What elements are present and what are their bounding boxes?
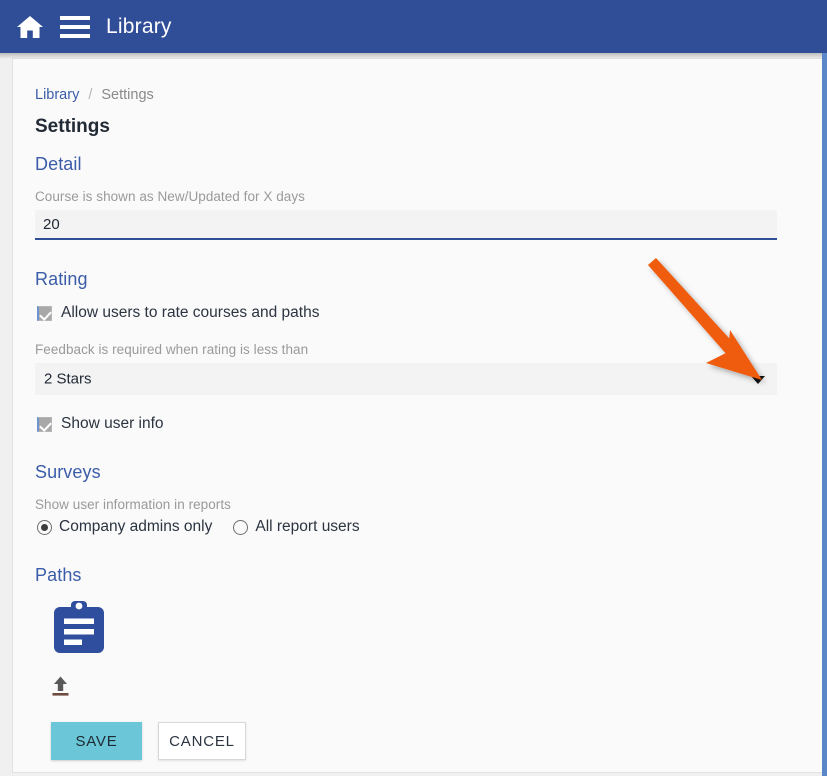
show-user-info-checkbox[interactable] xyxy=(37,416,52,432)
feedback-threshold-label: Feedback is required when rating is less… xyxy=(35,342,309,357)
topbar-title: Library xyxy=(106,14,172,38)
section-heading-surveys: Surveys xyxy=(35,462,101,482)
breadcrumb: Library / Settings xyxy=(35,87,791,103)
new-updated-days-label: Course is shown as New/Updated for X day… xyxy=(35,189,305,204)
section-heading-paths: Paths xyxy=(35,565,82,585)
section-heading-detail: Detail xyxy=(35,154,82,174)
show-user-info-label: Show user info xyxy=(61,415,164,432)
hamburger-line xyxy=(60,24,90,29)
save-button[interactable]: SAVE xyxy=(51,722,142,760)
paths-default-image[interactable] xyxy=(51,600,107,656)
settings-content: Library / Settings Settings Detail Cours… xyxy=(35,87,791,760)
radio-all-report-users-label: All report users xyxy=(255,518,360,535)
section-heading-rating: Rating xyxy=(35,269,88,289)
report-visibility-radio-group: Company admins only All report users xyxy=(37,518,791,536)
settings-card: Library / Settings Settings Detail Cours… xyxy=(12,58,822,773)
new-updated-days-input[interactable] xyxy=(35,210,777,240)
breadcrumb-current-settings: Settings xyxy=(101,87,154,103)
show-user-info-reports-label: Show user information in reports xyxy=(35,497,231,512)
hamburger-line xyxy=(60,33,90,38)
breadcrumb-link-library[interactable]: Library xyxy=(35,87,79,103)
topbar-shadow xyxy=(0,53,827,59)
hamburger-menu-icon[interactable] xyxy=(60,15,90,38)
breadcrumb-separator: / xyxy=(88,87,93,103)
page-title: Settings xyxy=(35,116,110,137)
home-icon[interactable] xyxy=(16,14,44,40)
feedback-rating-dropdown[interactable]: 2 Stars xyxy=(35,363,777,395)
radio-all-report-users-input[interactable] xyxy=(233,519,249,535)
top-navigation-bar: Library xyxy=(0,0,827,59)
cancel-button[interactable]: CANCEL xyxy=(158,722,246,760)
hamburger-line xyxy=(60,15,90,20)
allow-rating-checkbox-row[interactable]: Allow users to rate courses and paths xyxy=(37,304,791,322)
radio-company-admins-only-label: Company admins only xyxy=(59,518,213,535)
allow-rating-checkbox[interactable] xyxy=(37,305,52,321)
upload-icon[interactable] xyxy=(49,674,73,698)
radio-company-admins-only-input[interactable] xyxy=(37,519,52,535)
vertical-scrollbar[interactable] xyxy=(822,53,827,776)
form-actions: SAVE CANCEL xyxy=(51,722,791,760)
allow-rating-label: Allow users to rate courses and paths xyxy=(61,304,320,321)
application-window: Library Library / Settings Settings Deta… xyxy=(0,0,827,776)
radio-all-report-users[interactable]: All report users xyxy=(233,518,360,536)
radio-company-admins-only[interactable]: Company admins only xyxy=(37,518,212,536)
feedback-rating-value: 2 Stars xyxy=(44,370,92,388)
show-user-info-checkbox-row[interactable]: Show user info xyxy=(37,415,791,433)
chevron-down-icon[interactable] xyxy=(751,376,765,384)
